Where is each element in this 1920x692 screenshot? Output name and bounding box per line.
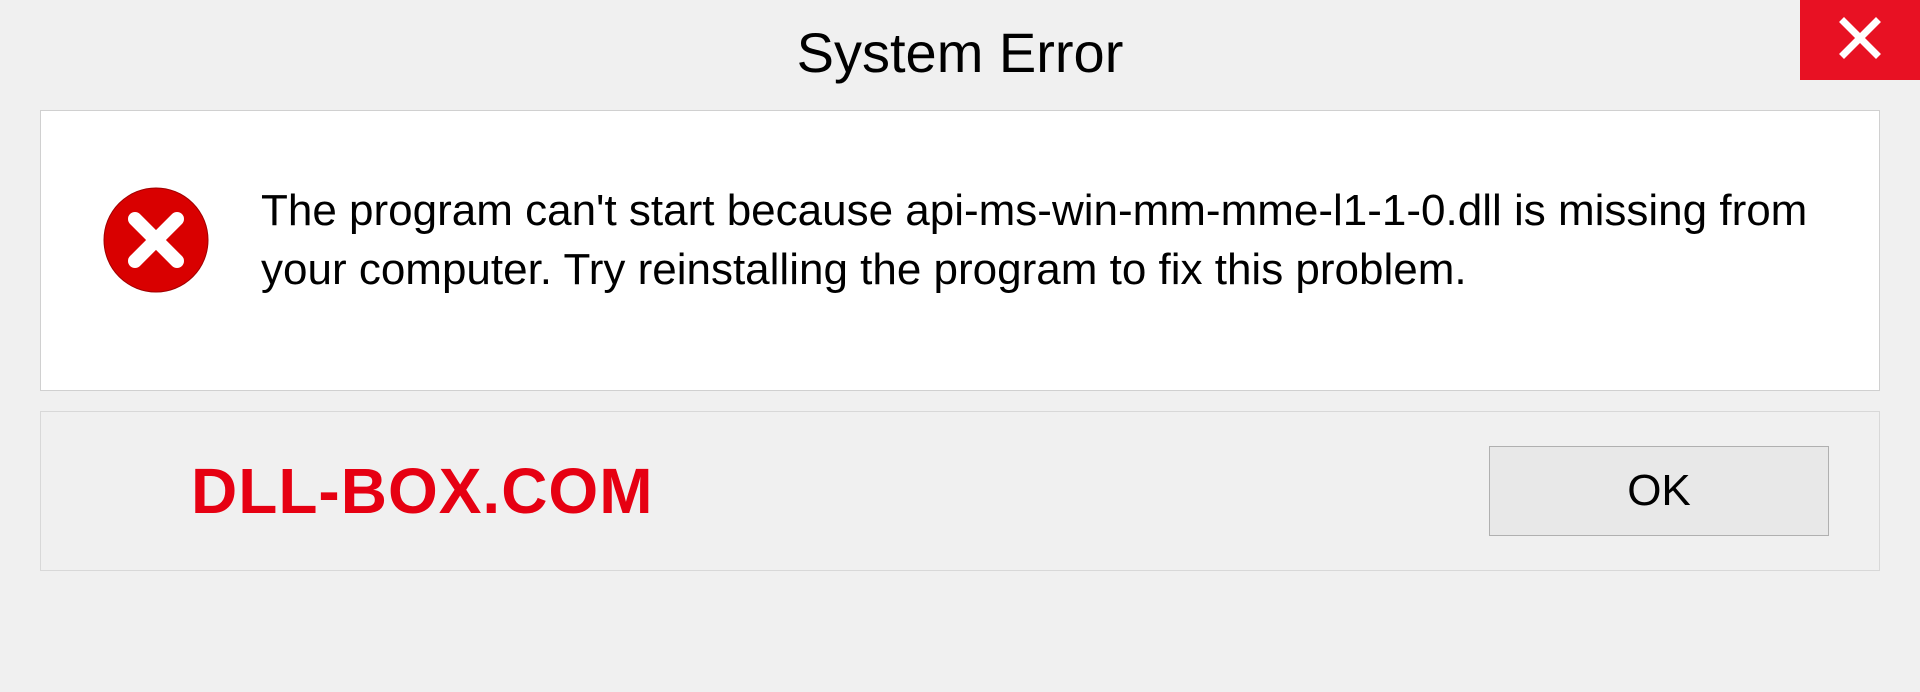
error-icon [101, 185, 211, 295]
watermark-text: DLL-BOX.COM [191, 454, 654, 528]
ok-button[interactable]: OK [1489, 446, 1829, 536]
dialog-content: The program can't start because api-ms-w… [40, 110, 1880, 391]
error-dialog-window: System Error The program can't start bec… [0, 0, 1920, 692]
dialog-footer: DLL-BOX.COM OK [40, 411, 1880, 571]
dialog-title: System Error [797, 20, 1124, 85]
close-button[interactable] [1800, 0, 1920, 80]
error-message: The program can't start because api-ms-w… [261, 181, 1819, 300]
close-icon [1836, 14, 1884, 67]
title-bar: System Error [0, 0, 1920, 100]
